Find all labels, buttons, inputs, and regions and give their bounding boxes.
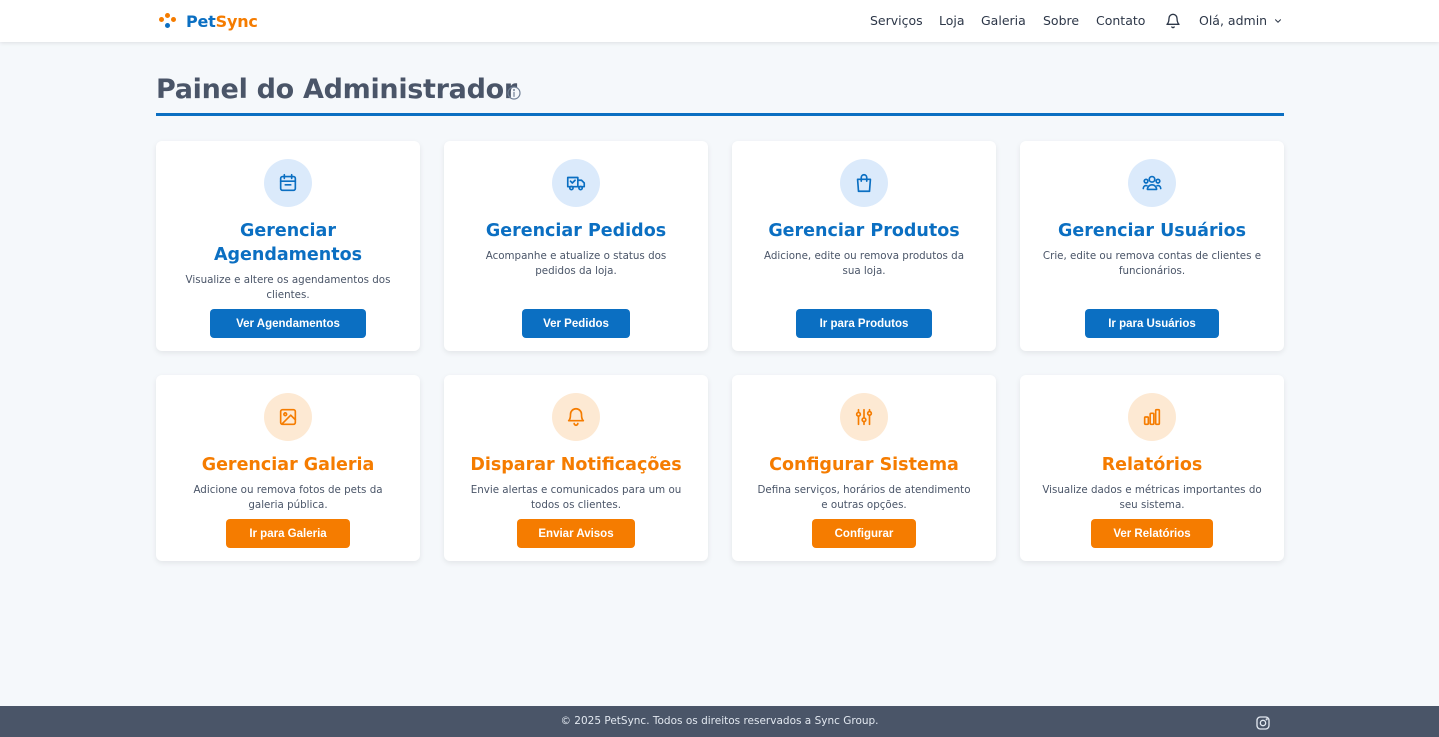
instagram-icon[interactable] xyxy=(1255,715,1271,731)
card-title: Configurar Sistema xyxy=(769,455,959,475)
ver-relatorios-button[interactable]: Ver Relatórios xyxy=(1091,519,1213,548)
card-title: Gerenciar Galeria xyxy=(201,455,375,475)
brand-logo[interactable]: PetSync xyxy=(159,10,258,32)
nav-link-contato[interactable]: Contato xyxy=(1096,13,1145,28)
card-description: Crie, edite ou remova contas de clientes… xyxy=(1042,250,1262,277)
card-title: Gerenciar Usuários xyxy=(1057,221,1247,241)
card-description: Adicione ou remova fotos de pets da gale… xyxy=(193,484,383,511)
sliders-icon xyxy=(840,393,888,441)
card-configurar-sistema: Configurar Sistema Defina serviços, horá… xyxy=(732,375,996,561)
chevron-down-icon xyxy=(1275,18,1282,23)
card-title: Disparar Notificações xyxy=(470,455,682,475)
ver-agendamentos-button[interactable]: Ver Agendamentos xyxy=(210,309,366,338)
card-gerenciar-agendamentos: Gerenciar Agendamentos Visualize e alter… xyxy=(156,141,420,351)
card-title: Gerenciar Agendamentos xyxy=(213,221,363,265)
truck-icon xyxy=(552,159,600,207)
calendar-icon xyxy=(264,159,312,207)
bar-chart-icon xyxy=(1128,393,1176,441)
card-description: Acompanhe e atualize o status dos pedido… xyxy=(485,250,667,277)
page-title: Painel do Administrador xyxy=(156,74,517,105)
card-gerenciar-galeria: Gerenciar Galeria Adicione ou remova fot… xyxy=(156,375,420,561)
nav-link-loja[interactable]: Loja xyxy=(939,13,965,28)
card-description: Defina serviços, horários de atendimento… xyxy=(757,484,971,511)
ir-para-usuarios-button[interactable]: Ir para Usuários xyxy=(1085,309,1219,338)
enviar-avisos-button[interactable]: Enviar Avisos xyxy=(517,519,635,548)
card-title: Gerenciar Pedidos xyxy=(485,221,667,241)
card-description: Envie alertas e comunicados para um ou t… xyxy=(470,484,682,511)
footer: © 2025 PetSync. Todos os direitos reserv… xyxy=(0,706,1439,737)
users-icon xyxy=(1128,159,1176,207)
brand-name-pet: Pet xyxy=(186,11,216,31)
card-description: Visualize dados e métricas importantes d… xyxy=(1042,484,1262,511)
card-description: Adicione, edite ou remova produtos da su… xyxy=(763,250,965,277)
user-greeting: Olá, admin xyxy=(1199,13,1268,28)
paw-logo-icon xyxy=(159,13,177,29)
card-disparar-notificacoes: Disparar Notificações Envie alertas e co… xyxy=(444,375,708,561)
brand-name: PetSync xyxy=(186,12,258,31)
card-description: Visualize e altere os agendamentos dos c… xyxy=(185,274,391,301)
card-gerenciar-produtos: Gerenciar Produtos Adicione, edite ou re… xyxy=(732,141,996,351)
card-relatorios: Relatórios Visualize dados e métricas im… xyxy=(1020,375,1284,561)
nav-link-galeria[interactable]: Galeria xyxy=(981,13,1026,28)
nav-link-sobre[interactable]: Sobre xyxy=(1043,13,1079,28)
card-gerenciar-pedidos: Gerenciar Pedidos Acompanhe e atualize o… xyxy=(444,141,708,351)
card-gerenciar-usuarios: Gerenciar Usuários Crie, edite ou remova… xyxy=(1020,141,1284,351)
card-title: Relatórios xyxy=(1101,455,1203,475)
bell-icon xyxy=(552,393,600,441)
nav-link-servicos[interactable]: Serviços xyxy=(870,13,923,28)
ir-para-produtos-button[interactable]: Ir para Produtos xyxy=(796,309,932,338)
card-title: Gerenciar Produtos xyxy=(768,221,960,241)
top-navbar: PetSync Serviços Loja Galeria Sobre Cont… xyxy=(0,0,1439,42)
user-menu-dropdown[interactable]: Olá, admin xyxy=(1199,13,1283,28)
image-icon xyxy=(264,393,312,441)
brand-name-sync: Sync xyxy=(215,11,258,31)
configurar-button[interactable]: Configurar xyxy=(812,519,916,548)
notifications-bell-icon[interactable] xyxy=(1165,13,1181,29)
ver-pedidos-button[interactable]: Ver Pedidos xyxy=(522,309,630,338)
info-icon[interactable] xyxy=(506,85,522,101)
title-divider xyxy=(156,113,1284,116)
footer-copyright: © 2025 PetSync. Todos os direitos reserv… xyxy=(560,715,879,727)
ir-para-galeria-button[interactable]: Ir para Galeria xyxy=(226,519,350,548)
shopping-bag-icon xyxy=(840,159,888,207)
